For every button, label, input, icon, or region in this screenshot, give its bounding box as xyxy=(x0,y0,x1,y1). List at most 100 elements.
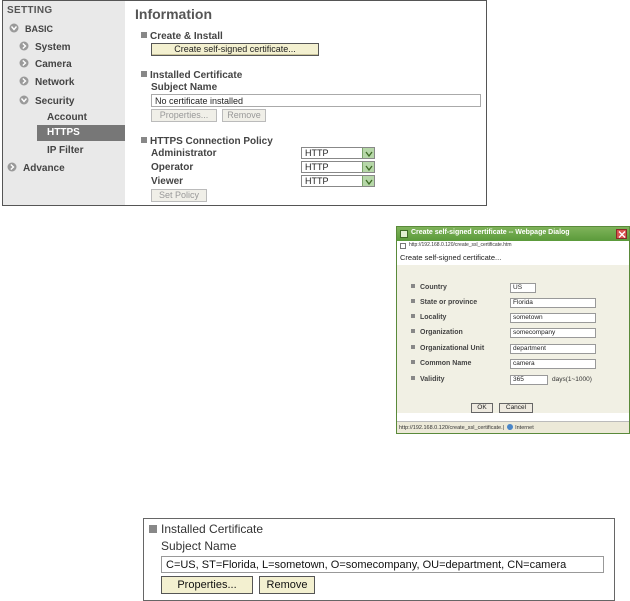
country-label: Country xyxy=(411,284,447,291)
organization-label-text: Organization xyxy=(420,329,463,336)
dialog-url-bar: http://192.168.0.120/create_ssl_certific… xyxy=(397,242,629,251)
chevron-down-icon xyxy=(19,95,29,105)
common-name-label: Common Name xyxy=(411,360,471,367)
chevron-right-icon xyxy=(19,58,29,68)
policy-label-viewer: Viewer xyxy=(151,176,184,187)
ok-button[interactable]: OK xyxy=(471,403,493,413)
properties-button[interactable]: Properties... xyxy=(151,109,217,122)
dialog-title-bar: Create self-signed certificate -- Webpag… xyxy=(397,227,629,241)
viewer-policy-select[interactable]: HTTP xyxy=(301,175,375,187)
policy-label-administrator: Administrator xyxy=(151,148,217,159)
set-policy-button[interactable]: Set Policy xyxy=(151,189,207,202)
chevron-right-icon xyxy=(19,41,29,51)
installed-certificate-zoom: Installed Certificate Subject Name C=US,… xyxy=(143,518,615,601)
select-value: HTTP xyxy=(305,162,329,172)
subject-name-field: C=US, ST=Florida, L=sometown, O=somecomp… xyxy=(161,556,604,573)
square-bullet-icon xyxy=(411,314,415,318)
sidebar-subitem-https[interactable]: HTTPS xyxy=(37,125,125,141)
sidebar-item-security[interactable]: Security xyxy=(19,95,74,107)
section-https-policy-label: HTTPS Connection Policy xyxy=(150,136,273,147)
validity-input[interactable]: 365 xyxy=(510,375,548,385)
org-unit-input[interactable]: department xyxy=(510,344,596,354)
organization-label: Organization xyxy=(411,329,463,336)
sidebar-item-label: Camera xyxy=(35,59,72,70)
sidebar-subitem-account[interactable]: Account xyxy=(47,112,87,123)
common-name-input[interactable]: camera xyxy=(510,359,596,369)
sidebar-item-network[interactable]: Network xyxy=(19,76,74,88)
chevron-right-icon xyxy=(7,162,17,172)
sidebar-setting-heading: SETTING xyxy=(7,5,53,16)
country-label-text: Country xyxy=(420,284,447,291)
chevron-right-icon xyxy=(19,76,29,86)
operator-policy-select[interactable]: HTTP xyxy=(301,161,375,173)
sidebar-subitem-ip-filter[interactable]: IP Filter xyxy=(47,145,84,156)
properties-button[interactable]: Properties... xyxy=(161,576,253,594)
sidebar-advance-label: Advance xyxy=(23,163,65,174)
dialog-heading: Create self-signed certificate... xyxy=(400,253,502,262)
section-create-install: Create & Install xyxy=(141,31,223,42)
select-value: HTTP xyxy=(305,176,329,186)
organization-input[interactable]: somecompany xyxy=(510,328,596,338)
state-label-text: State or province xyxy=(420,299,478,306)
cancel-button[interactable]: Cancel xyxy=(499,403,533,413)
dialog-url: http://192.168.0.120/create_ssl_certific… xyxy=(409,242,512,248)
status-url: http://192.168.0.120/create_ssl_certific… xyxy=(399,425,505,431)
country-input[interactable]: US xyxy=(510,283,536,293)
sidebar-advance[interactable]: Advance xyxy=(7,162,65,174)
sidebar-basic-label: BASIC xyxy=(25,24,54,34)
sidebar-basic[interactable]: BASIC xyxy=(9,23,53,35)
org-unit-label: Organizational Unit xyxy=(411,345,484,352)
section-installed-certificate: Installed Certificate xyxy=(141,70,242,81)
create-certificate-dialog: Create self-signed certificate -- Webpag… xyxy=(396,226,630,434)
chevron-down-icon[interactable] xyxy=(362,176,374,186)
close-icon[interactable] xyxy=(616,229,627,239)
locality-label: Locality xyxy=(411,314,446,321)
subject-name-label: Subject Name xyxy=(161,539,237,553)
square-bullet-icon xyxy=(411,376,415,380)
installed-certificate-heading-label: Installed Certificate xyxy=(161,522,264,536)
globe-icon xyxy=(507,424,514,430)
dialog-window-icon xyxy=(400,230,408,238)
square-bullet-icon xyxy=(411,345,415,349)
subject-name-label: Subject Name xyxy=(151,82,218,93)
sidebar-item-label: Security xyxy=(35,96,75,107)
square-bullet-icon xyxy=(141,32,147,38)
subject-name-field: No certificate installed xyxy=(151,94,481,107)
chevron-down-icon[interactable] xyxy=(362,148,374,158)
square-bullet-icon xyxy=(411,299,415,303)
sidebar-item-label: System xyxy=(35,42,71,53)
chevron-down-icon xyxy=(9,23,19,33)
select-value: HTTP xyxy=(305,148,329,158)
page-icon xyxy=(400,243,406,249)
sidebar: SETTING BASIC System Camera Network Secu… xyxy=(3,1,125,205)
create-certificate-button[interactable]: Create self-signed certificate... xyxy=(151,43,319,56)
installed-certificate-heading: Installed Certificate xyxy=(149,522,263,536)
locality-input[interactable]: sometown xyxy=(510,313,596,323)
common-name-label-text: Common Name xyxy=(420,360,472,367)
square-bullet-icon xyxy=(141,137,147,143)
administrator-policy-select[interactable]: HTTP xyxy=(301,147,375,159)
remove-button[interactable]: Remove xyxy=(259,576,315,594)
validity-label-text: Validity xyxy=(420,376,445,383)
sidebar-item-label: Network xyxy=(35,77,75,88)
square-bullet-icon xyxy=(141,71,147,77)
section-https-policy: HTTPS Connection Policy xyxy=(141,136,273,147)
square-bullet-icon xyxy=(411,284,415,288)
main-content: Information Create & Install Create self… xyxy=(129,1,486,205)
remove-button[interactable]: Remove xyxy=(222,109,266,122)
sidebar-item-system[interactable]: System xyxy=(19,41,71,53)
square-bullet-icon xyxy=(411,360,415,364)
validity-unit: days(1~1000) xyxy=(552,376,592,383)
page-title: Information xyxy=(135,6,212,22)
section-installed-certificate-label: Installed Certificate xyxy=(150,70,243,81)
chevron-down-icon[interactable] xyxy=(362,162,374,172)
dialog-form: Country US State or province Florida Loc… xyxy=(397,265,629,413)
sidebar-item-camera[interactable]: Camera xyxy=(19,58,72,70)
section-create-install-label: Create & Install xyxy=(150,31,223,42)
locality-label-text: Locality xyxy=(420,314,447,321)
settings-panel: SETTING BASIC System Camera Network Secu… xyxy=(2,0,487,206)
dialog-status-bar: http://192.168.0.120/create_ssl_certific… xyxy=(397,421,629,433)
validity-label: Validity xyxy=(411,376,445,383)
state-input[interactable]: Florida xyxy=(510,298,596,308)
state-label: State or province xyxy=(411,299,477,306)
